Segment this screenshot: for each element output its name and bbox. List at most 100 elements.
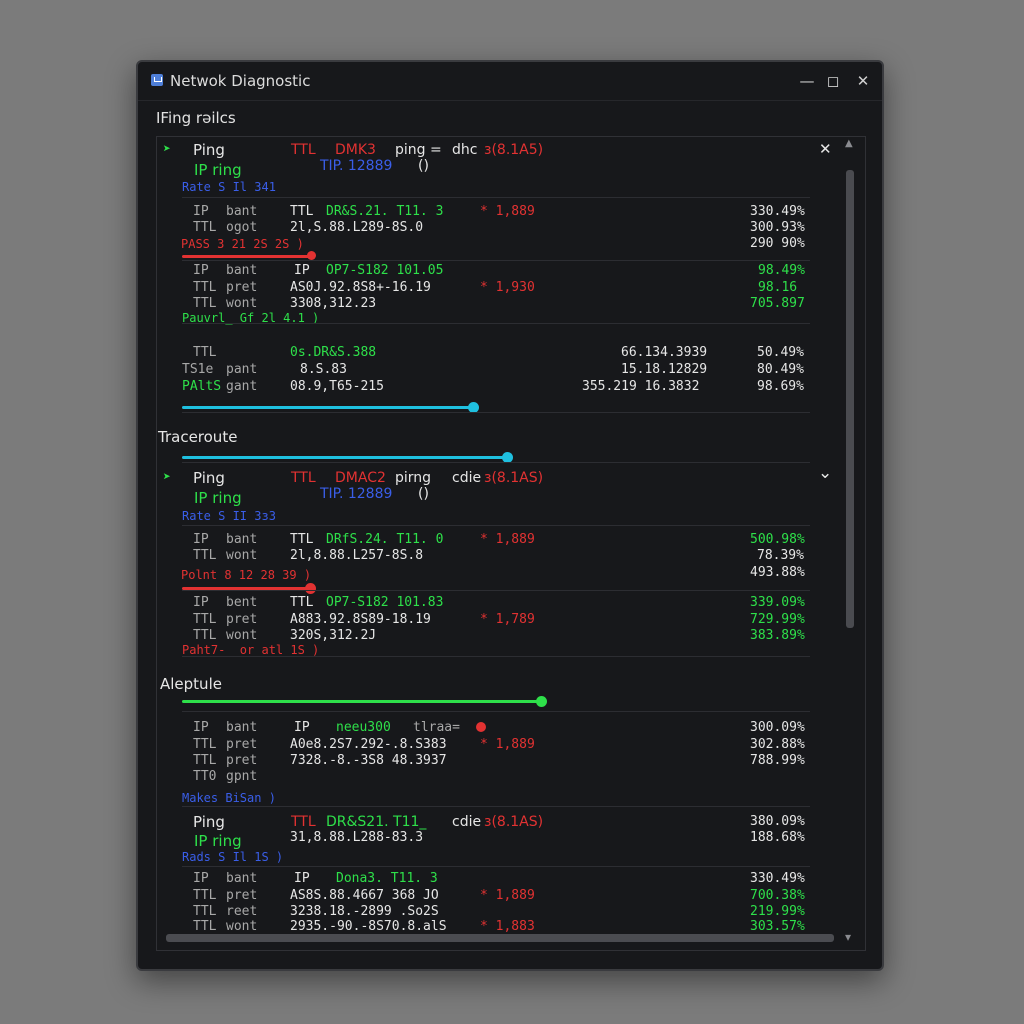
row-sub: ogot	[226, 220, 258, 235]
maximize-button[interactable]: ◻	[821, 69, 845, 93]
close-button[interactable]: ✕	[851, 69, 875, 93]
ttl-label: TTL	[291, 814, 316, 830]
row-value: OP7-S182 101.83	[326, 595, 444, 610]
ping-label: Ping	[193, 469, 225, 487]
minimize-button[interactable]: —	[795, 69, 819, 93]
row-key: PAltS	[182, 379, 222, 394]
row-sub: pret	[226, 612, 258, 627]
row-value: TTL	[290, 204, 314, 219]
row-key: TTL	[193, 753, 217, 768]
paren: ()	[418, 486, 429, 502]
expand-arrow-icon[interactable]: ➤	[163, 470, 171, 485]
vertical-scroll-thumb[interactable]	[846, 170, 854, 628]
row-sub: pret	[226, 737, 258, 752]
panel-close-icon[interactable]: ✕	[819, 140, 832, 158]
dms-label: DR&S21. T11_	[326, 814, 427, 830]
row-value: 2l,8.88.L257-8S.8	[290, 548, 424, 563]
row-value: 320S,312.2J	[290, 628, 377, 643]
divider	[182, 323, 810, 324]
progress-handle[interactable]	[307, 251, 316, 260]
progress-handle[interactable]	[305, 583, 316, 594]
row-percent: 729.99%	[750, 612, 805, 627]
row-value: IP	[294, 720, 310, 735]
row-percent: 303.57%	[750, 919, 805, 934]
row-percent: 500.98%	[750, 532, 805, 547]
row-value: * 1,889	[480, 532, 535, 547]
row-value: 3308,312.23	[290, 296, 377, 311]
row-value: * 1,889	[480, 737, 535, 752]
row-value: TTL	[290, 532, 314, 547]
row-percent: 78.39%	[757, 548, 804, 563]
progress-bar-cyan	[182, 406, 473, 409]
tip-value: TIP. 12889	[320, 486, 393, 502]
row-percent: 330.49%	[750, 204, 805, 219]
divider	[182, 197, 810, 198]
row-key: IP	[193, 263, 209, 278]
bar-label: Makes BiSan )	[182, 791, 276, 805]
row-value: OP7-S182 101.05	[326, 263, 444, 278]
ttl-label: TTL	[291, 142, 316, 158]
ping-label: Ping	[193, 813, 225, 831]
ip-ring-label: IP ring	[194, 161, 242, 179]
divider	[182, 590, 810, 591]
divider	[182, 525, 810, 526]
row-percent: 219.99%	[750, 904, 805, 919]
row-sub: bant	[226, 263, 258, 278]
scroll-up-icon[interactable]: ▲	[845, 138, 853, 149]
row-value: 2935.-90.-8S70.8.alS	[290, 919, 447, 934]
row-sub: pret	[226, 888, 258, 903]
row-value: A0e8.2S7.292-.8.S383	[290, 737, 447, 752]
row-sub: bant	[226, 532, 258, 547]
row-key: TT0	[193, 769, 217, 784]
row-percent: 50.49%	[757, 345, 804, 360]
divider	[182, 656, 810, 657]
row-key: IP	[193, 720, 209, 735]
row-value: AS8S.88.4667 368 JO	[290, 888, 439, 903]
row-value: * 1,930	[480, 280, 535, 295]
row-key: TTL	[193, 612, 217, 627]
dhc-label: dhc	[452, 142, 478, 158]
rate-label: Rate S Il 341	[182, 180, 276, 194]
row-sub: wont	[226, 296, 258, 311]
row-percent: 302.88%	[750, 737, 805, 752]
panel-expand-icon[interactable]: ⌄	[818, 463, 832, 483]
row-value: 8.S.83	[300, 362, 347, 377]
row-value: 2l,S.88.L289-8S.0	[290, 220, 424, 235]
row-key: TTL	[193, 888, 217, 903]
rate-label: Rads S Il 1S )	[182, 850, 284, 864]
expand-arrow-icon[interactable]: ➤	[163, 142, 171, 157]
row-value: 08.9,T65-215	[290, 379, 384, 394]
ping-equals: pirng	[395, 470, 432, 486]
row-sub: pant	[226, 362, 258, 377]
progress-bar-green	[182, 700, 542, 703]
row-sub: bant	[226, 204, 258, 219]
divider	[182, 412, 810, 413]
time-value: ɜ(8.1A5)	[484, 142, 544, 158]
progress-handle[interactable]	[536, 696, 547, 707]
row-key: TTL	[193, 628, 217, 643]
row-sub: wont	[226, 548, 258, 563]
horizontal-scroll-thumb[interactable]	[166, 934, 834, 942]
row-percent: 705.897	[750, 296, 805, 311]
row-value: IP	[294, 263, 310, 278]
dhc-label: cdie	[452, 470, 482, 486]
row-key: TTL	[193, 345, 217, 360]
scroll-down-icon[interactable]: ▾	[845, 930, 851, 944]
status-indicator	[476, 722, 486, 732]
window-title: Netwok Diagnostic	[170, 72, 311, 90]
rate-label: Rate S II 3ɜ3	[182, 509, 276, 523]
row-key: TTL	[193, 220, 217, 235]
row-value: tlraa=	[413, 720, 460, 735]
row-value: * 1,789	[480, 612, 535, 627]
row-percent: 98.49%	[758, 263, 805, 278]
row-value: TTL	[290, 595, 314, 610]
row-sub: wont	[226, 919, 258, 934]
row-sub: gpnt	[226, 769, 258, 784]
row-sub: pret	[226, 753, 258, 768]
row-percent: 383.89%	[750, 628, 805, 643]
row-value: IP	[294, 871, 310, 886]
ping-label: Ping	[193, 141, 225, 159]
dhc-label: cdie	[452, 814, 482, 830]
dms-label: DMK3	[335, 142, 376, 158]
row-value: 66.134.3939	[621, 345, 708, 360]
